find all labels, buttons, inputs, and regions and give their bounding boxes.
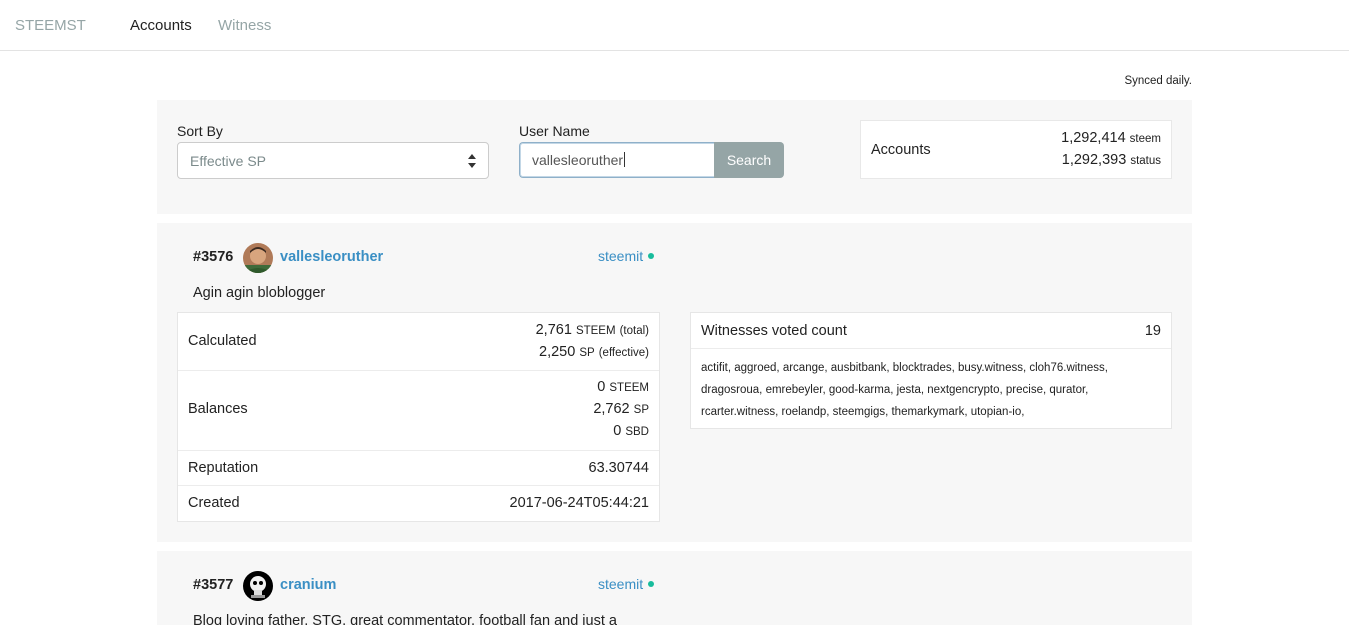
nav-accounts[interactable]: Accounts — [130, 17, 192, 34]
sort-by-select[interactable]: Effective SP — [177, 142, 489, 179]
calculated-sp-value: 2,250 — [539, 344, 576, 360]
calculated-sp: 2,250 SP (effective) — [539, 344, 649, 360]
platform-link[interactable]: steemit — [598, 576, 655, 592]
platform-link[interactable]: steemit — [598, 248, 655, 264]
stats-title: Accounts — [871, 142, 931, 158]
calculated-sp-note: (effective) — [598, 347, 649, 359]
account-rank: #3576 — [193, 249, 234, 265]
witness-votes-list: actifit, aggroed, arcange, ausbitbank, b… — [701, 362, 1108, 418]
balance-sp: 2,762 SP — [593, 401, 649, 417]
text-caret — [624, 152, 626, 167]
reputation-value: 63.30744 — [588, 460, 649, 476]
balance-steem: 0 STEEM — [597, 379, 649, 395]
table-row-reputation: Reputation 63.30744 — [178, 451, 659, 486]
reputation-label: Reputation — [188, 460, 259, 476]
table-row-balances: Balances 0 STEEM 2,762 SP 0 SBD — [178, 371, 659, 451]
stats-status-line: 1,292,393 status — [1062, 152, 1161, 168]
account-rank: #3577 — [193, 577, 234, 593]
stats-status-count: 1,292,393 — [1061, 152, 1127, 168]
witness-votes-count: 19 — [1144, 323, 1161, 339]
stats-status-unit: status — [1130, 155, 1161, 167]
balance-sbd: 0 SBD — [613, 423, 649, 439]
avatar[interactable] — [243, 243, 273, 273]
account-bio: Blog loving father, STG, great commentat… — [193, 613, 617, 625]
calculated-steem-unit: STEEM — [575, 325, 616, 337]
calculated-steem: 2,761 STEEM (total) — [536, 322, 649, 338]
stats-steem-unit: steem — [1129, 133, 1161, 145]
table-row-created: Created 2017-06-24T05:44:21 — [178, 486, 659, 521]
account-bio: Agin agin bloblogger — [193, 285, 326, 301]
table-row-calculated: Calculated 2,761 STEEM (total) 2,250 SP … — [178, 313, 659, 371]
account-username-link[interactable]: cranium — [280, 577, 336, 593]
sort-by-label: Sort By — [177, 123, 223, 139]
calculated-sp-unit: SP — [579, 347, 595, 359]
avatar-image — [243, 243, 273, 273]
stats-steem-line: 1,292,414 steem — [1061, 130, 1161, 146]
sort-by-value: Effective SP — [190, 153, 267, 169]
platform-label: steemit — [598, 576, 644, 592]
balance-sbd-unit: SBD — [625, 426, 649, 438]
nav-witness[interactable]: Witness — [218, 17, 271, 34]
user-name-label: User Name — [519, 123, 590, 139]
created-value: 2017-06-24T05:44:21 — [509, 495, 649, 511]
account-card: #3576 vallesleoruther steemit Agin agin … — [157, 223, 1192, 542]
balances-label: Balances — [188, 401, 248, 417]
witness-votes-header: Witnesses voted count 19 — [691, 313, 1171, 349]
synced-note: Synced daily. — [1124, 75, 1192, 87]
online-status-dot-icon — [648, 253, 655, 259]
avatar[interactable] — [243, 571, 273, 601]
accounts-stats-box: Accounts 1,292,414 steem 1,292,393 statu… — [860, 120, 1172, 179]
user-name-input[interactable]: vallesleoruther — [519, 142, 715, 178]
avatar-image — [243, 571, 273, 601]
brand-link[interactable]: STEEMST — [15, 17, 86, 34]
account-card: #3577 cranium steemit Blog loving father… — [157, 551, 1192, 625]
balance-steem-value: 0 — [597, 379, 606, 395]
balance-sp-value: 2,762 — [593, 401, 630, 417]
calculated-label: Calculated — [188, 333, 257, 349]
balance-sp-unit: SP — [633, 404, 649, 416]
search-button[interactable]: Search — [714, 142, 784, 178]
filter-panel: Sort By Effective SP User Name vallesleo… — [157, 100, 1192, 214]
account-details-table: Calculated 2,761 STEEM (total) 2,250 SP … — [177, 312, 660, 522]
stats-steem-count: 1,292,414 — [1061, 130, 1126, 146]
calculated-steem-value: 2,761 — [535, 322, 572, 338]
select-arrows-icon — [468, 154, 476, 168]
witness-votes-box: Witnesses voted count 19 actifit, aggroe… — [690, 312, 1172, 429]
account-username-link[interactable]: vallesleoruther — [280, 249, 383, 265]
witness-votes-title: Witnesses voted count — [701, 323, 847, 339]
calculated-steem-note: (total) — [619, 325, 649, 337]
balance-sbd-value: 0 — [613, 423, 622, 439]
balance-steem-unit: STEEM — [609, 382, 649, 394]
user-name-value: vallesleoruther — [532, 152, 624, 168]
platform-label: steemit — [598, 248, 644, 264]
online-status-dot-icon — [648, 581, 655, 587]
created-label: Created — [188, 495, 240, 511]
top-navbar: STEEMST Accounts Witness — [0, 0, 1349, 51]
